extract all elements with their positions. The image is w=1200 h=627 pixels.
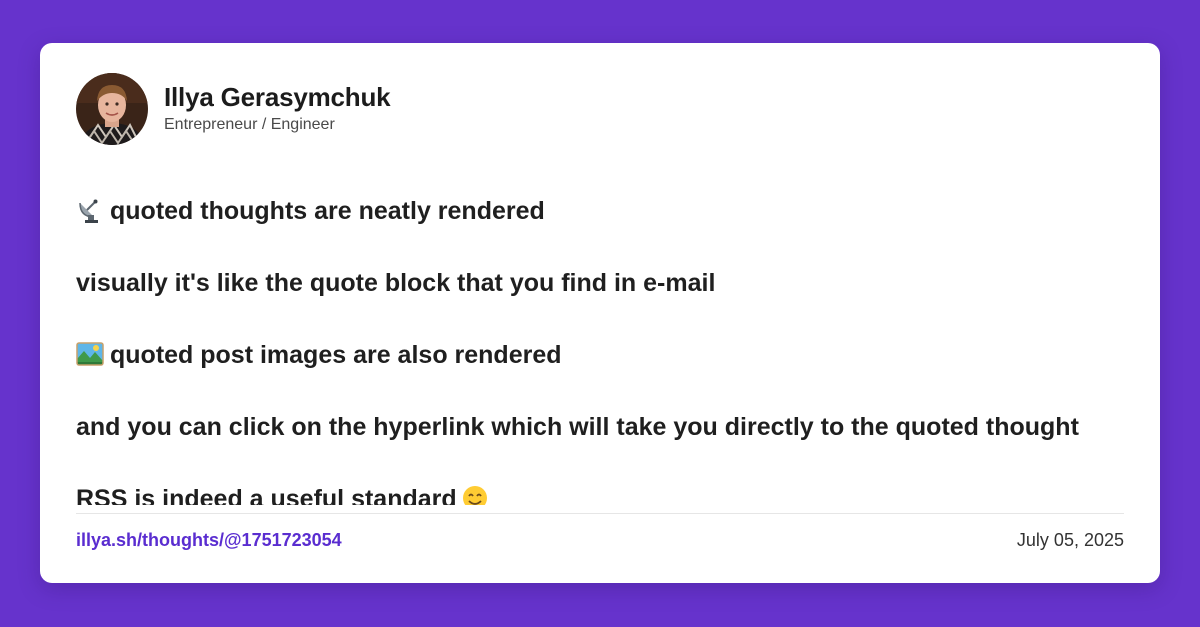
post-paragraph: quoted thoughts are neatly rendered xyxy=(76,193,1136,229)
post-paragraph: and you can click on the hyperlink which… xyxy=(76,409,1136,445)
post-paragraph-text: visually it's like the quote block that … xyxy=(76,269,716,297)
footer-divider xyxy=(76,513,1124,514)
post-paragraph-text: and you can click on the hyperlink which… xyxy=(76,413,1079,441)
picture-landscape-icon xyxy=(76,342,104,366)
avatar[interactable] xyxy=(76,73,148,145)
post-footer: illya.sh/thoughts/@1751723054 July 05, 2… xyxy=(76,527,1124,553)
post-date: July 05, 2025 xyxy=(1016,529,1124,550)
post-paragraph: quoted post images are also rendered xyxy=(76,337,1136,373)
author-role: Entrepreneur / Engineer xyxy=(164,116,335,133)
author-info: Illya Gerasymchuk Entrepreneur / Enginee… xyxy=(164,82,391,136)
post-paragraph-text: RSS is indeed a useful standard xyxy=(76,485,457,505)
post-paragraph: RSS is indeed a useful standard xyxy=(76,481,1136,505)
satellite-antenna-icon xyxy=(79,199,98,223)
profile-photo xyxy=(76,73,148,145)
permalink-link[interactable]: illya.sh/thoughts/@1751723054 xyxy=(76,530,342,551)
post-header: Illya Gerasymchuk Entrepreneur / Enginee… xyxy=(76,73,391,145)
post-body: quoted thoughts are neatly rendered visu… xyxy=(76,193,1136,505)
smiling-face-icon xyxy=(462,486,487,505)
post-paragraph-text: quoted thoughts are neatly rendered xyxy=(110,197,545,225)
post-paragraph: visually it's like the quote block that … xyxy=(76,265,1136,301)
post-paragraph-text: quoted post images are also rendered xyxy=(110,341,562,369)
post-card: Illya Gerasymchuk Entrepreneur / Enginee… xyxy=(40,43,1160,583)
author-name[interactable]: Illya Gerasymchuk xyxy=(164,82,391,112)
